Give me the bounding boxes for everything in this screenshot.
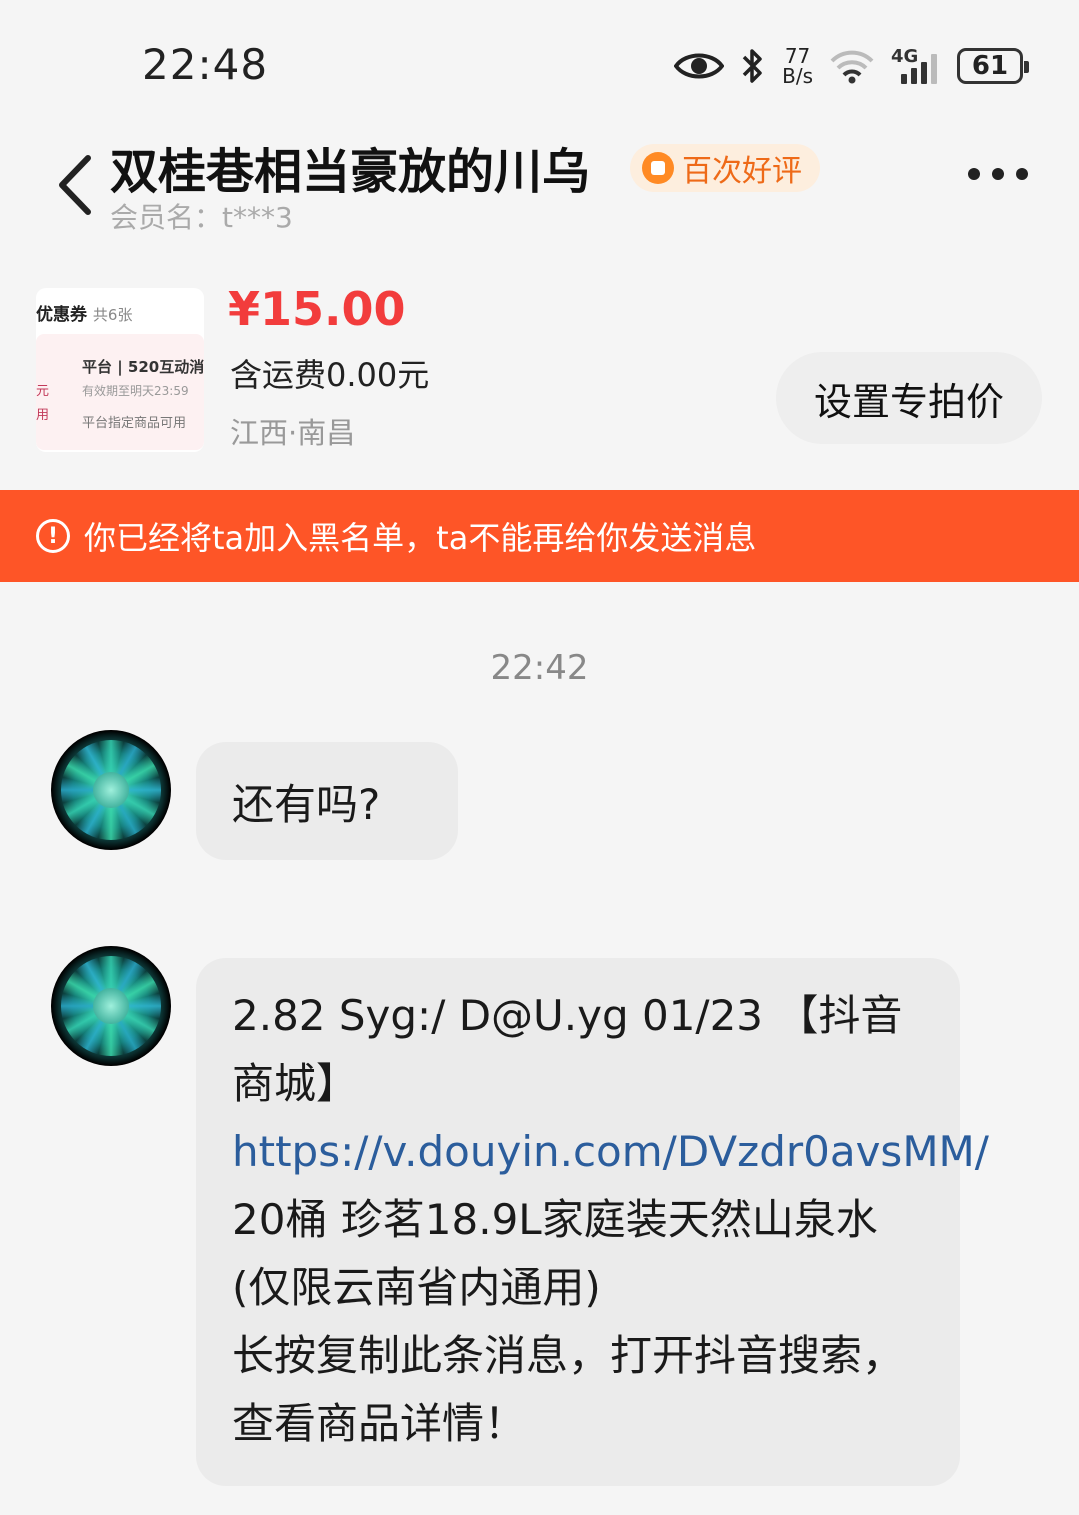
product-price: ¥15.00 (228, 282, 406, 336)
battery-level: 61 (971, 51, 1009, 81)
message-bubble[interactable]: 还有吗? (196, 742, 458, 860)
message-text: 20桶 珍茗18.9L家庭装天然山泉水(仅限云南省内通用) (232, 1195, 878, 1312)
eye-icon (674, 53, 725, 79)
signal-4g-icon: 4G (891, 46, 941, 86)
avatar[interactable] (51, 730, 171, 850)
thumb-title: 优惠券 共6张 (36, 305, 133, 325)
speed-value: 77 (784, 44, 811, 68)
top-area: 22:48 77 B/s 4G 61 双桂巷相当豪放的川乌 百次好评 会员名：t… (0, 0, 1079, 490)
bluetooth-icon (742, 49, 762, 83)
badge-label: 百次好评 (682, 154, 802, 189)
message-link[interactable]: https://v.douyin.com/DVzdr0avsMM/ (232, 1127, 989, 1176)
banner-text: 你已经将ta加入黑名单，ta不能再给你发送消息 (84, 519, 757, 557)
message-text: 2.82 Syg:/ D@U.yg 01/23 【抖音商城】 (232, 991, 903, 1108)
coupon-line-2: 有效期至明天23:59 (82, 384, 189, 398)
member-name: 会员名：t***3 (110, 201, 293, 234)
set-special-price-button[interactable]: 设置专拍价 (776, 352, 1042, 444)
wifi-icon (830, 50, 874, 84)
message-text: 长按复制此条消息，打开抖音搜索，查看商品详情！ (232, 1331, 905, 1448)
more-icon[interactable] (968, 168, 1028, 180)
thumb-up-icon (642, 152, 674, 184)
battery-icon: 61 (957, 48, 1029, 84)
status-icons: 77 B/s 4G 61 (674, 40, 1029, 92)
coupon-left-1: 元 (36, 384, 50, 399)
back-icon[interactable] (52, 150, 102, 220)
network-speed: 77 B/s (782, 46, 813, 86)
status-time: 22:48 (142, 40, 269, 89)
rating-badge[interactable]: 百次好评 (630, 144, 820, 192)
coupon-left-2: 用 (36, 408, 50, 423)
seller-location: 江西·南昌 (230, 416, 356, 450)
avatar[interactable] (51, 946, 171, 1066)
message-text: 还有吗? (232, 779, 381, 829)
product-thumbnail[interactable]: 优惠券 共6张 元 用 平台 | 520互动消 有效期至明天23:59 平台指定… (36, 288, 204, 452)
blacklist-banner: ! 你已经将ta加入黑名单，ta不能再给你发送消息 (0, 490, 1079, 582)
speed-unit: B/s (782, 64, 813, 88)
warning-icon: ! (36, 519, 70, 553)
shipping-info: 含运费0.00元 (230, 356, 430, 394)
coupon-line-3: 平台指定商品可用 (82, 416, 187, 431)
chat-timestamp: 22:42 (490, 648, 589, 688)
coupon-line-1: 平台 | 520互动消 (82, 358, 204, 376)
chat-title: 双桂巷相当豪放的川乌 (110, 144, 591, 200)
message-bubble[interactable]: 2.82 Syg:/ D@U.yg 01/23 【抖音商城】 https://v.… (196, 958, 989, 1486)
